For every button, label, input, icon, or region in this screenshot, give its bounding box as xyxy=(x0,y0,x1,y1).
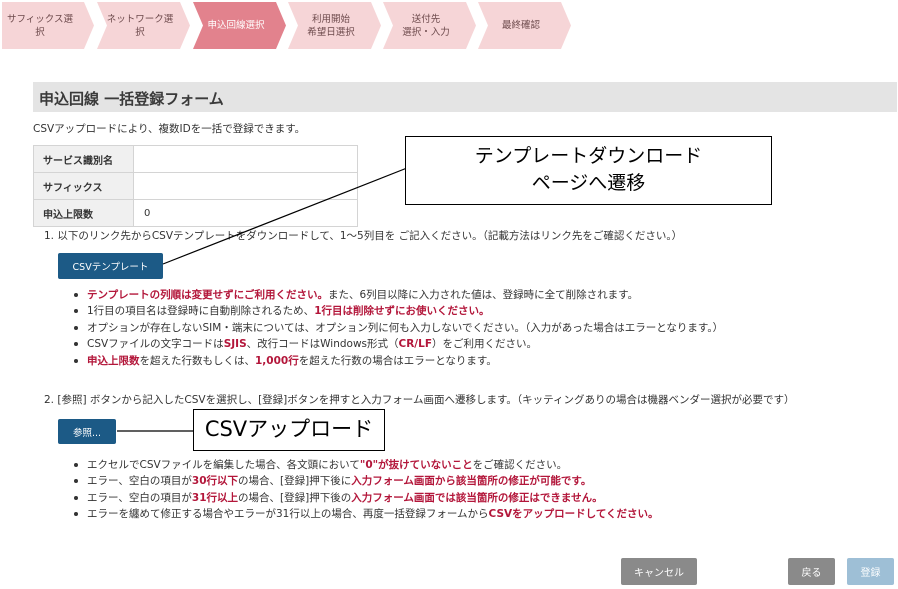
table-row: サービス識別名 xyxy=(33,145,358,173)
browse-button[interactable]: 参照... xyxy=(58,419,116,444)
bullet-text: エラーを纏めて修正する場合やエラーが31行以上の場合、再度一括登録フォームから xyxy=(87,508,489,521)
bullet-text: の場合、[登録]押下後に xyxy=(238,475,352,488)
emphasis-text: 1行目は削除せずにお使いください。 xyxy=(314,305,490,318)
step-label: 選択・入力 xyxy=(402,26,450,38)
step-label: 択 xyxy=(135,26,145,38)
step-label: サフィックス選 xyxy=(6,13,74,25)
step-line-select: 申込回線選択 xyxy=(198,2,284,49)
suffix-value xyxy=(133,172,358,200)
callout-template-line1: テンプレートダウンロード xyxy=(474,145,703,167)
list-item: エラーを纏めて修正する場合やエラーが31行以上の場合、再度一括登録フォームからC… xyxy=(72,506,659,522)
step-label: 利用開始 xyxy=(311,13,350,25)
csv-template-button[interactable]: CSVテンプレート xyxy=(58,253,163,279)
step-label: 希望日選択 xyxy=(307,26,355,38)
bullet-text: CSVファイルの文字コードは xyxy=(87,338,224,351)
bullet-text: オプションが存在しないSIM・端末については、オプション列に何も入力しないでくだ… xyxy=(87,321,724,334)
step-label: 択 xyxy=(35,26,45,38)
step-network-select: ネットワーク選択 xyxy=(102,2,188,49)
list-item: エクセルでCSVファイルを編集した場合、各文頭において"0"が抜けていないことを… xyxy=(72,457,659,473)
step-label: ネットワーク選 xyxy=(106,13,174,25)
limit-value: 0 xyxy=(133,199,358,227)
emphasis-text: 申込上限数 xyxy=(87,354,140,367)
step-label: 最終確認 xyxy=(501,20,540,31)
bullet-text: 1行目の項目名は登録時に自動削除されるため、 xyxy=(87,305,315,318)
callout-template-download: テンプレートダウンロード ページへ遷移 xyxy=(405,136,772,205)
step-suffix-select: サフィックス選択 xyxy=(2,2,88,49)
step-label: 申込回線選択 xyxy=(207,20,265,31)
bullet-text: を超えた行数もしくは、 xyxy=(139,354,256,367)
register-button[interactable]: 登録 xyxy=(847,558,894,585)
bullet-text: エラー、空白の項目が xyxy=(87,475,192,488)
list-item: CSVファイルの文字コードはSJIS、改行コードはWindows形式（CR/LF… xyxy=(72,336,723,352)
bullet-text: エラー、空白の項目が xyxy=(87,491,192,504)
bullet-text: を超えた行数の場合はエラーとなります。 xyxy=(298,354,497,367)
list-item: テンプレートの列順は変更せずにご利用ください。また、6列目以降に入力された値は、… xyxy=(72,287,723,303)
bullet-text: また、6列目以降に入力された値は、登録時に全て削除されます。 xyxy=(327,289,639,301)
list-item: 申込上限数を超えた行数もしくは、1,000行を超えた行数の場合はエラーとなります… xyxy=(72,353,723,369)
limit-label: 申込上限数 xyxy=(33,199,134,227)
emphasis-text: 入力フォーム画面では該当箇所の修正はできません。 xyxy=(351,491,603,504)
emphasis-text: 1,000行 xyxy=(255,354,299,367)
list-item: 1行目の項目名は登録時に自動削除されるため、1行目は削除せずにお使いください。 xyxy=(72,303,723,319)
step-label: 送付先 xyxy=(411,13,441,25)
emphasis-text: 31行以上 xyxy=(191,491,239,504)
cancel-button[interactable]: キャンセル xyxy=(621,558,697,585)
suffix-label: サフィックス xyxy=(33,172,134,200)
callout-template-line2: ページへ遷移 xyxy=(531,172,646,194)
emphasis-text: "0"が抜けていないこと xyxy=(359,459,473,471)
page-subtitle: CSVアップロードにより、複数IDを一括で登録できます。 xyxy=(33,123,306,135)
emphasis-text: CSVをアップロードしてください。 xyxy=(488,508,659,521)
table-row: 申込上限数 0 xyxy=(33,199,358,227)
section1-instruction: 1. 以下のリンク先からCSVテンプレートをダウンロードして、1～5列目を ご記… xyxy=(44,230,683,242)
section1-bullets: テンプレートの列順は変更せずにご利用ください。また、6列目以降に入力された値は、… xyxy=(72,287,723,369)
bullet-text: 、改行コードはWindows形式（ xyxy=(246,338,399,351)
step-destination-select: 送付先 選択・入力 xyxy=(388,2,474,49)
page-title: 申込回線 一括登録フォーム xyxy=(39,90,224,108)
bullet-text: をご確認ください。 xyxy=(472,459,568,471)
step-start-date-select: 利用開始 希望日選択 xyxy=(293,2,379,49)
emphasis-text: 30行以下 xyxy=(191,475,239,488)
emphasis-text: CR/LF xyxy=(398,338,433,351)
bullet-text: の場合、[登録]押下後の xyxy=(238,491,352,504)
progress-steps: サフィックス選択 ネットワーク選択 申込回線選択 利用開始 希望日選択 送付先 選択… xyxy=(2,2,582,49)
emphasis-text: テンプレートの列順は変更せずにご利用ください。 xyxy=(87,289,328,301)
table-row: サフィックス xyxy=(33,172,358,200)
section2-bullets: エクセルでCSVファイルを編集した場合、各文頭において"0"が抜けていないことを… xyxy=(72,457,659,523)
info-table: サービス識別名 サフィックス 申込上限数 0 xyxy=(33,145,358,227)
service-name-label: サービス識別名 xyxy=(33,145,134,173)
section2-instruction: 2. [参照] ボタンから記入したCSVを選択し、[登録]ボタンを押すと入力フォ… xyxy=(44,394,795,406)
back-button[interactable]: 戻る xyxy=(788,558,835,585)
emphasis-text: 入力フォーム画面から該当箇所の修正が可能です。 xyxy=(351,475,592,488)
bullet-text: エクセルでCSVファイルを編集した場合、各文頭において xyxy=(87,459,360,471)
list-item: エラー、空白の項目が31行以上の場合、[登録]押下後の入力フォーム画面では該当箇… xyxy=(72,490,659,506)
callout-csv-upload: CSVアップロード xyxy=(193,409,385,451)
list-item: エラー、空白の項目が30行以下の場合、[登録]押下後に入力フォーム画面から該当箇… xyxy=(72,473,659,489)
step-final-confirm: 最終確認 xyxy=(483,2,569,49)
emphasis-text: SJIS xyxy=(223,338,247,351)
service-name-value xyxy=(133,145,358,173)
list-item: オプションが存在しないSIM・端末については、オプション列に何も入力しないでくだ… xyxy=(72,320,723,336)
bullet-text: ）をご利用ください。 xyxy=(432,338,538,351)
